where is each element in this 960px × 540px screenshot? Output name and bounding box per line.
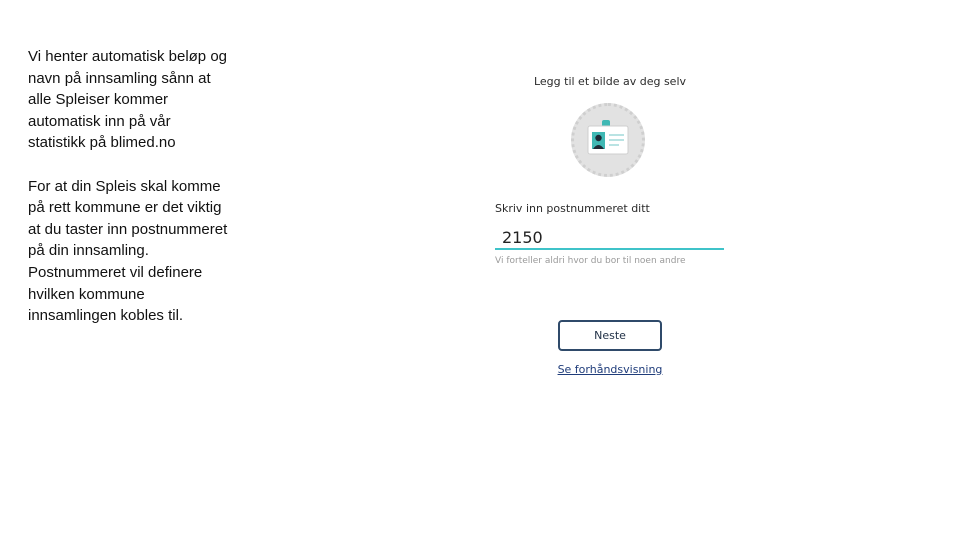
explanation-paragraph-1: Vi henter automatisk beløp og navn på in… [28,48,228,152]
id-card-icon [587,120,629,155]
postal-code-label: Skriv inn postnummeret ditt [495,202,650,215]
postal-code-hint: Vi forteller aldri hvor du bor til noen … [495,256,686,266]
next-button[interactable]: Neste [558,320,662,351]
explanation-paragraph-2: For at din Spleis skal komme på rett kom… [28,177,228,325]
explanation-text: Vi henter automatisk beløp og navn på in… [28,46,228,327]
preview-link[interactable]: Se forhåndsvisning [510,363,710,376]
add-photo-title: Legg til et bilde av deg selv [533,75,687,88]
spleis-form-screenshot: Legg til et bilde av deg selv Skriv inn … [480,60,740,400]
add-photo-button[interactable] [571,103,645,177]
postal-code-input[interactable] [495,222,724,250]
